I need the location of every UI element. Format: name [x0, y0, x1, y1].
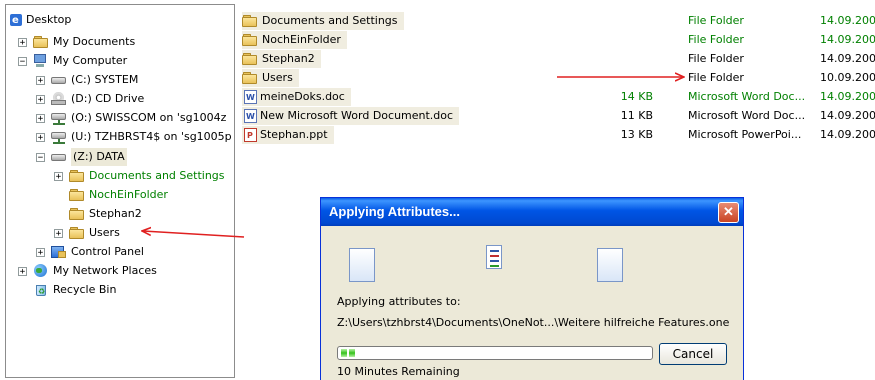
progress-bar — [337, 346, 653, 360]
progress-block — [341, 349, 347, 357]
target-document-icon — [594, 248, 623, 286]
current-file-path: Z:\Users\tzhbrst4\Documents\OneNot...\We… — [337, 316, 730, 329]
progress-label: Applying attributes to: — [337, 295, 461, 308]
time-remaining: 10 Minutes Remaining — [337, 365, 460, 378]
attributes-list-icon — [486, 245, 502, 269]
source-document-icon — [346, 248, 375, 286]
close-button[interactable]: ✕ — [718, 202, 739, 223]
dialog-title-bar[interactable]: Applying Attributes... ✕ — [321, 198, 743, 226]
progress-block — [349, 349, 355, 357]
dialog-title: Applying Attributes... — [329, 204, 460, 219]
progress-fill — [341, 349, 355, 357]
arrow-to-users-tree — [143, 231, 245, 238]
cancel-button[interactable]: Cancel — [659, 343, 727, 365]
applying-attributes-dialog[interactable]: Applying Attributes... ✕ Applying attrib… — [320, 197, 744, 380]
close-icon: ✕ — [723, 204, 734, 219]
